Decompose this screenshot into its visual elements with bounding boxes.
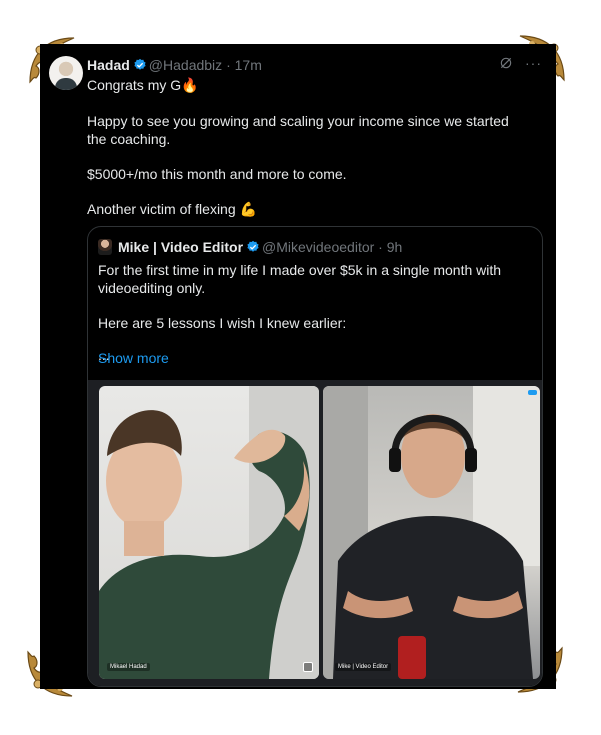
more-icon[interactable]: ··· [525,56,542,70]
options-icon[interactable] [528,390,537,395]
tweet-actions: ··· [499,56,542,70]
flexed-biceps-icon: 💪 [239,202,257,218]
verified-badge-icon [134,58,146,70]
fire-icon: 🔥 [181,78,199,94]
tweet-line-4: Another victim of flexing 💪 [87,201,257,218]
author-handle[interactable]: @Hadadbiz [149,57,222,73]
show-more-link[interactable]: Show more [98,350,169,366]
grok-icon[interactable] [499,56,513,70]
tweet-line-1: Congrats my G🔥 [87,77,199,94]
pin-icon[interactable] [303,662,313,672]
tweet-text: Congrats my G🔥 Happy to see you growing … [87,76,532,236]
quote-timestamp[interactable]: 9h [387,239,403,255]
tweet-line-3: $5000+/mo this month and more to come. [87,166,347,182]
avatar[interactable] [49,56,83,90]
quote-author-name[interactable]: Mike | Video Editor [118,239,243,255]
tweet-header: Hadad @Hadadbiz · 17m [87,56,262,74]
quoted-tweet[interactable]: Mike | Video Editor @Mikevideoeditor · 9h… [87,226,543,687]
quote-header: Mike | Video Editor @Mikevideoeditor · 9h [98,238,402,256]
separator: · [226,57,231,73]
video-call-panel-left[interactable]: Mikael Hadad [99,386,319,679]
person-headphones-image [323,386,540,679]
quote-line-1: For the first time in my life I made ove… [98,262,502,296]
quote-avatar[interactable] [98,239,112,255]
author-name[interactable]: Hadad [87,57,130,73]
person-flexing-image [99,386,319,679]
video-call-panel-right[interactable]: Mike | Video Editor [323,386,540,679]
tweet-line-2: Happy to see you growing and scaling you… [87,113,509,147]
quote-text: For the first time in my life I made ove… [98,261,528,362]
quote-line-2: Here are 5 lessons I wish I knew earlier… [98,315,347,331]
timestamp[interactable]: 17m [235,57,262,73]
quote-media[interactable]: Mikael Hadad Mike | Video Editor [88,380,542,686]
verified-badge-icon [247,240,259,252]
participant-label-right: Mike | Video Editor [335,663,392,671]
participant-label-left: Mikael Hadad [107,663,150,671]
separator: · [378,239,383,255]
quote-author-handle[interactable]: @Mikevideoeditor [262,239,374,255]
